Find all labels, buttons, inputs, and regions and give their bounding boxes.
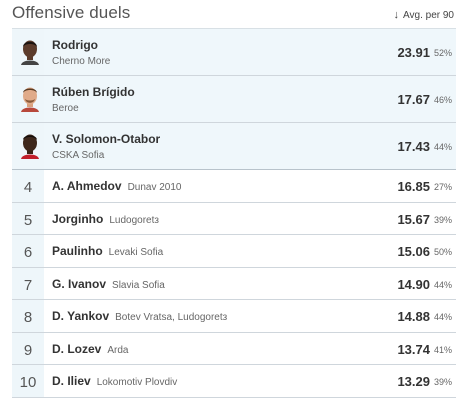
player-value: 13.29: [397, 374, 430, 389]
player-name-line: Jorginho Ludogoretз: [52, 212, 159, 226]
avatar-cell: [12, 123, 44, 169]
ranking-row-8[interactable]: 8 D. Yankov Botev Vratsa, Ludogoretз 14.8…: [12, 300, 456, 333]
player-percentile: 27%: [433, 182, 452, 192]
sort-control[interactable]: ↓ Avg. per 90: [394, 9, 454, 21]
rank-number: 6: [23, 244, 33, 261]
rank-cell: 5: [12, 202, 44, 234]
rank-number: 9: [23, 341, 33, 359]
player-team[interactable]: Lokomotiv Plovdiv: [97, 377, 178, 388]
rank-number: 10: [19, 374, 37, 391]
player-avatar-icon: [21, 87, 39, 112]
ranking-list: Rodrigo Cherno More 23.91 52% Rúben Bríg…: [12, 28, 456, 398]
player-value: 13.74: [397, 341, 430, 357]
rank-cell: 4: [12, 170, 44, 202]
player-value: 17.43: [397, 139, 430, 154]
player-percentile: 41%: [433, 344, 452, 355]
player-value: 17.67: [397, 92, 430, 107]
player-percentile: 50%: [433, 247, 452, 257]
ranking-row-3[interactable]: V. Solomon-Otabor CSKA Sofia 17.43 44%: [12, 123, 456, 170]
rank-cell: 6: [12, 235, 44, 267]
sort-down-arrow-icon: ↓: [393, 9, 400, 21]
player-name[interactable]: Jorginho: [52, 212, 103, 226]
player-name[interactable]: A. Ahmedov: [52, 179, 122, 193]
player-avatar-icon: [21, 134, 39, 159]
player-percentile: 44%: [433, 142, 452, 152]
player-value: 15.06: [397, 244, 430, 259]
player-name-line: A. Ahmedov Dunav 2010: [52, 179, 182, 193]
player-name-line: D. Iliev Lokomotiv Plovdiv: [52, 374, 177, 388]
player-percentile: 52%: [433, 48, 452, 58]
player-name[interactable]: D. Iliev: [52, 374, 91, 388]
player-team[interactable]: Botev Vratsa, Ludogoretз: [115, 312, 227, 323]
ranking-row-7[interactable]: 7 G. Ivanov Slavia Sofia 14.90 44%: [12, 267, 456, 300]
rank-cell: 8: [12, 300, 44, 332]
rank-cell: 10: [12, 365, 44, 397]
avatar-cell: [12, 29, 44, 75]
rank-cell: 9: [12, 332, 44, 364]
player-name-line: G. Ivanov Slavia Sofia: [52, 277, 165, 291]
player-name[interactable]: Rodrigo: [52, 38, 98, 52]
player-team[interactable]: CSKA Sofia: [52, 150, 104, 161]
player-name[interactable]: Paulinho: [52, 244, 103, 258]
player-percentile: 46%: [433, 95, 452, 105]
ranking-row-6[interactable]: 6 Paulinho Levaki Sofia 15.06 50%: [12, 235, 456, 268]
ranking-row-10[interactable]: 10 D. Iliev Lokomotiv Plovdiv 13.29 39%: [12, 365, 456, 398]
player-team[interactable]: Levaki Sofia: [109, 247, 163, 258]
player-team[interactable]: Arda: [107, 345, 128, 356]
player-percentile: 39%: [433, 214, 452, 225]
player-name-line: D. Lozev Arda: [52, 342, 128, 356]
player-name[interactable]: D. Yankov: [52, 309, 109, 323]
ranking-row-2[interactable]: Rúben Brígido Beroe 17.67 46%: [12, 76, 456, 123]
ranking-row-4[interactable]: 4 A. Ahmedov Dunav 2010 16.85 27%: [12, 170, 456, 203]
player-avatar-icon: [21, 40, 39, 65]
player-value: 23.91: [397, 45, 430, 60]
player-team[interactable]: Cherno More: [52, 56, 110, 67]
player-value: 15.67: [397, 211, 430, 227]
rank-number: 7: [23, 276, 33, 294]
widget-header: Offensive duels ↓ Avg. per 90: [12, 0, 456, 28]
player-value: 14.90: [397, 276, 430, 292]
sort-label: Avg. per 90: [403, 10, 454, 21]
player-team[interactable]: Slavia Sofia: [112, 280, 165, 291]
player-value: 14.88: [397, 309, 430, 324]
player-name[interactable]: V. Solomon-Otabor: [52, 132, 160, 146]
player-percentile: 44%: [433, 312, 452, 322]
rank-number: 8: [23, 309, 33, 326]
widget-title: Offensive duels: [12, 3, 131, 22]
player-name-line: D. Yankov Botev Vratsa, Ludogoretз: [52, 309, 227, 323]
rank-number: 5: [23, 211, 33, 229]
player-name[interactable]: G. Ivanov: [52, 277, 106, 291]
player-name[interactable]: Rúben Brígido: [52, 85, 135, 99]
player-team[interactable]: Beroe: [52, 103, 79, 114]
ranking-row-9[interactable]: 9 D. Lozev Arda 13.74 41%: [12, 332, 456, 365]
player-name-line: Paulinho Levaki Sofia: [52, 244, 163, 258]
player-team[interactable]: Dunav 2010: [128, 182, 182, 193]
player-team[interactable]: Ludogoretз: [109, 215, 159, 226]
player-name[interactable]: D. Lozev: [52, 342, 101, 356]
rank-cell: 7: [12, 267, 44, 299]
ranking-row-1[interactable]: Rodrigo Cherno More 23.91 52%: [12, 28, 456, 76]
player-value: 16.85: [397, 179, 430, 194]
rank-number: 4: [23, 179, 33, 196]
avatar-cell: [12, 76, 44, 122]
player-percentile: 44%: [433, 279, 452, 290]
player-percentile: 39%: [433, 377, 452, 387]
ranking-row-5[interactable]: 5 Jorginho Ludogoretз 15.67 39%: [12, 202, 456, 235]
